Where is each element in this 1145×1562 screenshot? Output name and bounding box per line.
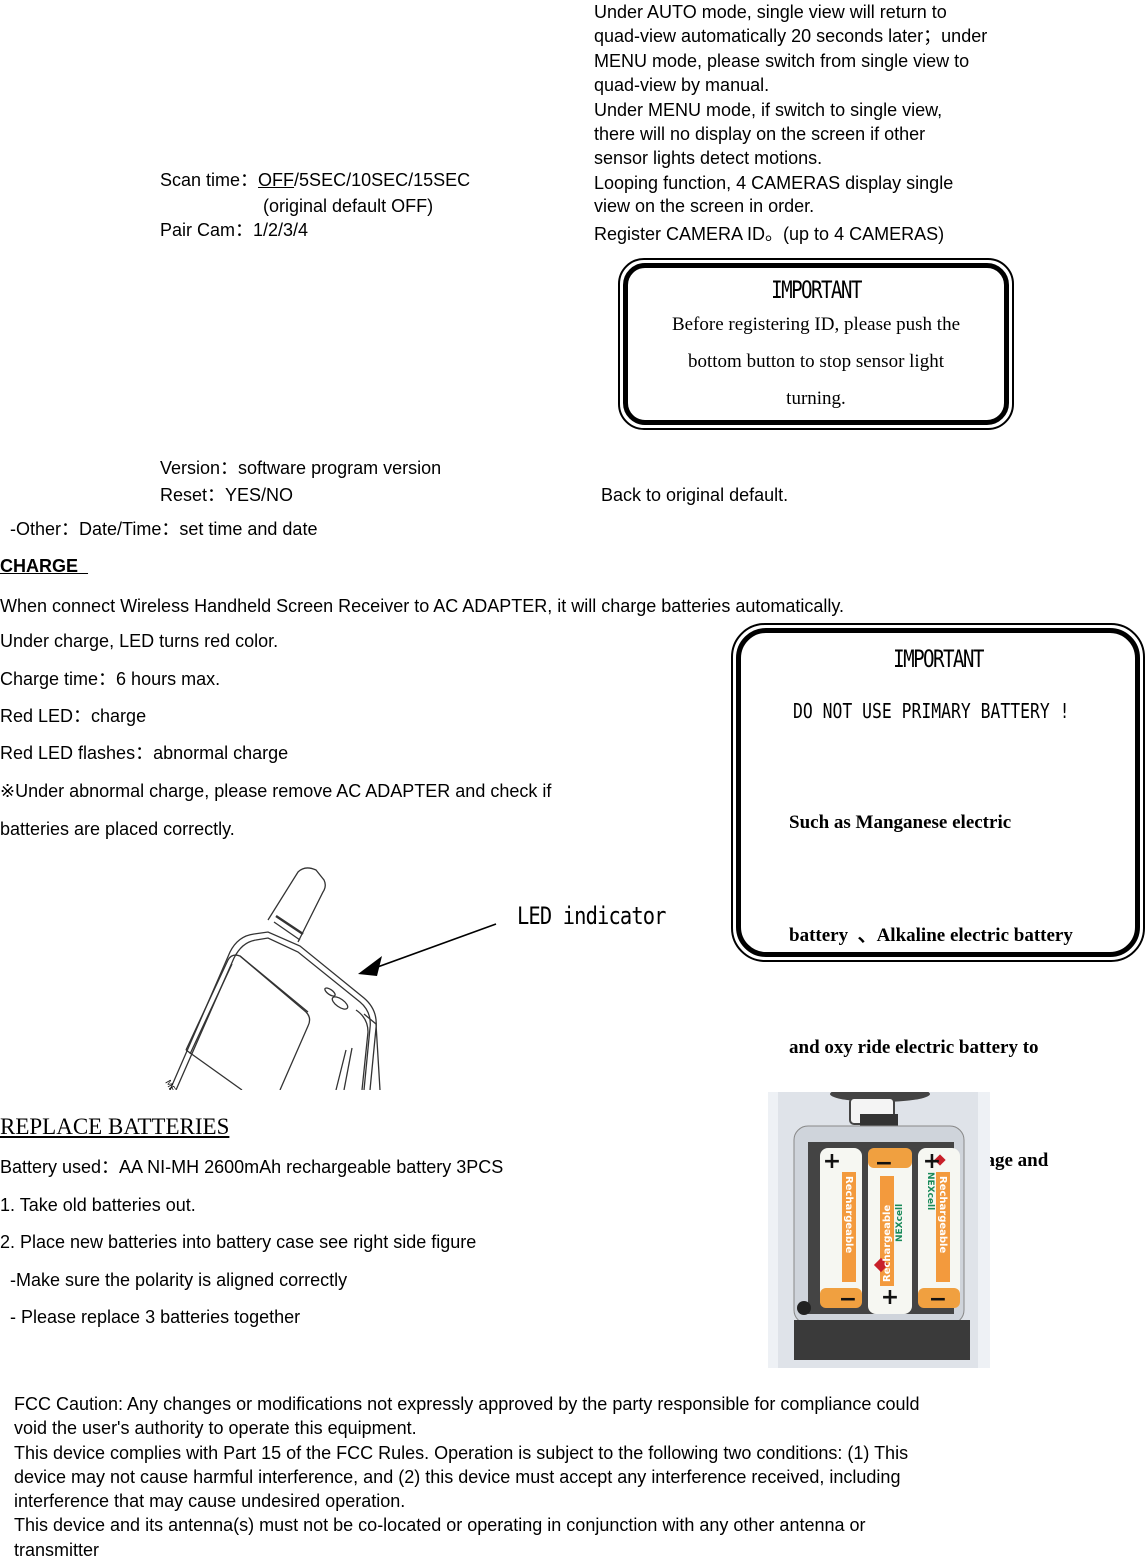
fcc-line: This device complies with Part 15 of the… bbox=[14, 1442, 909, 1463]
arrow-head-icon bbox=[358, 956, 382, 976]
scan-time-setting: Scan time：OFF/5SEC/10SEC/15SEC bbox=[160, 168, 470, 192]
battery-compartment-illustration: + − + − + − Rechargeable Rechargeable Re… bbox=[768, 1092, 990, 1368]
other-setting: -Other：Date/Time：set time and date bbox=[10, 519, 318, 539]
battery-label: Rechargeable bbox=[937, 1176, 948, 1253]
charge-line: Red LED flashes：abnormal charge bbox=[0, 743, 289, 763]
important-notice-battery: IMPORTANT DO NOT USE PRIMARY BATTERY ! S… bbox=[731, 623, 1145, 1283]
note-line: quad-view by manual. bbox=[594, 75, 770, 96]
pair-cam-setting: Pair Cam：1/2/3/4 bbox=[160, 220, 309, 240]
important-line: turning. bbox=[786, 388, 846, 409]
replace-batteries-heading: REPLACE BATTERIES bbox=[0, 1114, 230, 1139]
charge-line: batteries are placed correctly. bbox=[0, 819, 235, 839]
scan-time-default-note: (original default OFF) bbox=[263, 196, 434, 216]
charge-heading-text: CHARGE bbox=[0, 556, 79, 576]
scan-time-selected: OFF bbox=[258, 170, 295, 190]
important-title: IMPORTANT bbox=[771, 276, 862, 304]
fcc-line: interference that may cause undesired op… bbox=[14, 1491, 406, 1512]
battery-label: Rechargeable bbox=[843, 1176, 854, 1253]
charge-line: Red LED：charge bbox=[0, 706, 147, 726]
polarity-sign: − bbox=[929, 1287, 947, 1312]
note-line: Under AUTO mode, single view will return… bbox=[594, 2, 947, 22]
device-figure: MENU LED indicator bbox=[150, 860, 695, 1090]
callout-arrow-line bbox=[371, 923, 497, 970]
fcc-line: transmitter bbox=[14, 1539, 100, 1560]
fcc-line: This device and its antenna(s) must not … bbox=[14, 1515, 866, 1536]
note-line: there will no display on the screen if o… bbox=[594, 124, 926, 145]
charge-heading: CHARGE bbox=[0, 556, 88, 577]
polarity-sign: + bbox=[823, 1149, 841, 1174]
fcc-line: void the user's authority to operate thi… bbox=[14, 1418, 417, 1439]
battery-label: Rechargeable bbox=[882, 1205, 893, 1282]
note-line: sensor lights detect motions. bbox=[594, 148, 823, 169]
charge-line: ※Under abnormal charge, please remove AC… bbox=[0, 781, 552, 801]
polarity-sign: + bbox=[881, 1285, 899, 1310]
fcc-line: FCC Caution: Any changes or modification… bbox=[14, 1394, 920, 1414]
version-setting: Version：software program version bbox=[160, 458, 442, 478]
important-line: battery 、Alkaline electric battery bbox=[789, 924, 1073, 946]
note-line: Under MENU mode, if switch to single vie… bbox=[594, 99, 943, 120]
primary-battery-warning: DO NOT USE PRIMARY BATTERY ! bbox=[793, 699, 1070, 723]
reset-description: Back to original default. bbox=[601, 485, 789, 505]
important-line: and oxy ride electric battery to bbox=[789, 1037, 1039, 1058]
scan-time-label: Scan time： bbox=[160, 170, 259, 190]
reset-setting: Reset：YES/NO bbox=[160, 485, 294, 505]
charge-line: When connect Wireless Handheld Screen Re… bbox=[0, 596, 845, 616]
battery-line: -Make sure the polarity is aligned corre… bbox=[0, 1270, 348, 1290]
scan-desc-line: view on the screen in order. bbox=[594, 196, 815, 217]
important-line: Such as Manganese electric bbox=[789, 812, 1012, 833]
handheld-receiver-illustration: MENU bbox=[163, 867, 497, 1090]
led-indicator-label: LED indicator bbox=[517, 902, 666, 930]
battery-brand: NEXcell bbox=[925, 1172, 935, 1210]
battery-line: 1. Take old batteries out. bbox=[0, 1195, 196, 1215]
fcc-line: device may not cause harmful interferenc… bbox=[14, 1466, 901, 1487]
important-line: bottom button to stop sensor light bbox=[688, 351, 944, 372]
battery-line: Battery used：AA NI-MH 2600mAh rechargeab… bbox=[0, 1157, 504, 1177]
scan-time-description: Looping function, 4 CAMERAS display sing… bbox=[594, 171, 1064, 217]
polarity-sign: + bbox=[923, 1149, 941, 1174]
polarity-sign: − bbox=[839, 1287, 857, 1312]
auto-mode-notes: Under AUTO mode, single view will return… bbox=[594, 0, 1064, 247]
pair-cam-description: Register CAMERA ID。(up to 4 CAMERAS) bbox=[594, 224, 945, 245]
important-line: Before registering ID, please push the bbox=[671, 314, 961, 335]
battery-compartment-photo: + − + − + − Rechargeable Rechargeable Re… bbox=[768, 1092, 990, 1368]
charge-line: Under charge, LED turns red color. bbox=[0, 631, 279, 651]
charge-line: Charge time：6 hours max. bbox=[0, 669, 221, 689]
important-notice-register: IMPORTANT Before registering ID, please … bbox=[618, 258, 1014, 430]
polarity-sign: − bbox=[875, 1151, 893, 1176]
battery-brand: NEXcell bbox=[895, 1204, 905, 1242]
scan-desc-line: Looping function, 4 CAMERAS display sing… bbox=[594, 172, 954, 193]
battery-line: - Please replace 3 batteries together bbox=[0, 1307, 301, 1327]
fcc-statement: FCC Caution: Any changes or modification… bbox=[14, 1392, 1094, 1562]
important-title: IMPORTANT bbox=[893, 645, 984, 673]
note-line: quad-view automatically 20 seconds later… bbox=[594, 26, 988, 47]
note-line: MENU mode, please switch from single vie… bbox=[594, 50, 970, 71]
scan-time-options: /5SEC/10SEC/15SEC bbox=[294, 170, 471, 190]
battery-line: 2. Place new batteries into battery case… bbox=[0, 1232, 477, 1252]
